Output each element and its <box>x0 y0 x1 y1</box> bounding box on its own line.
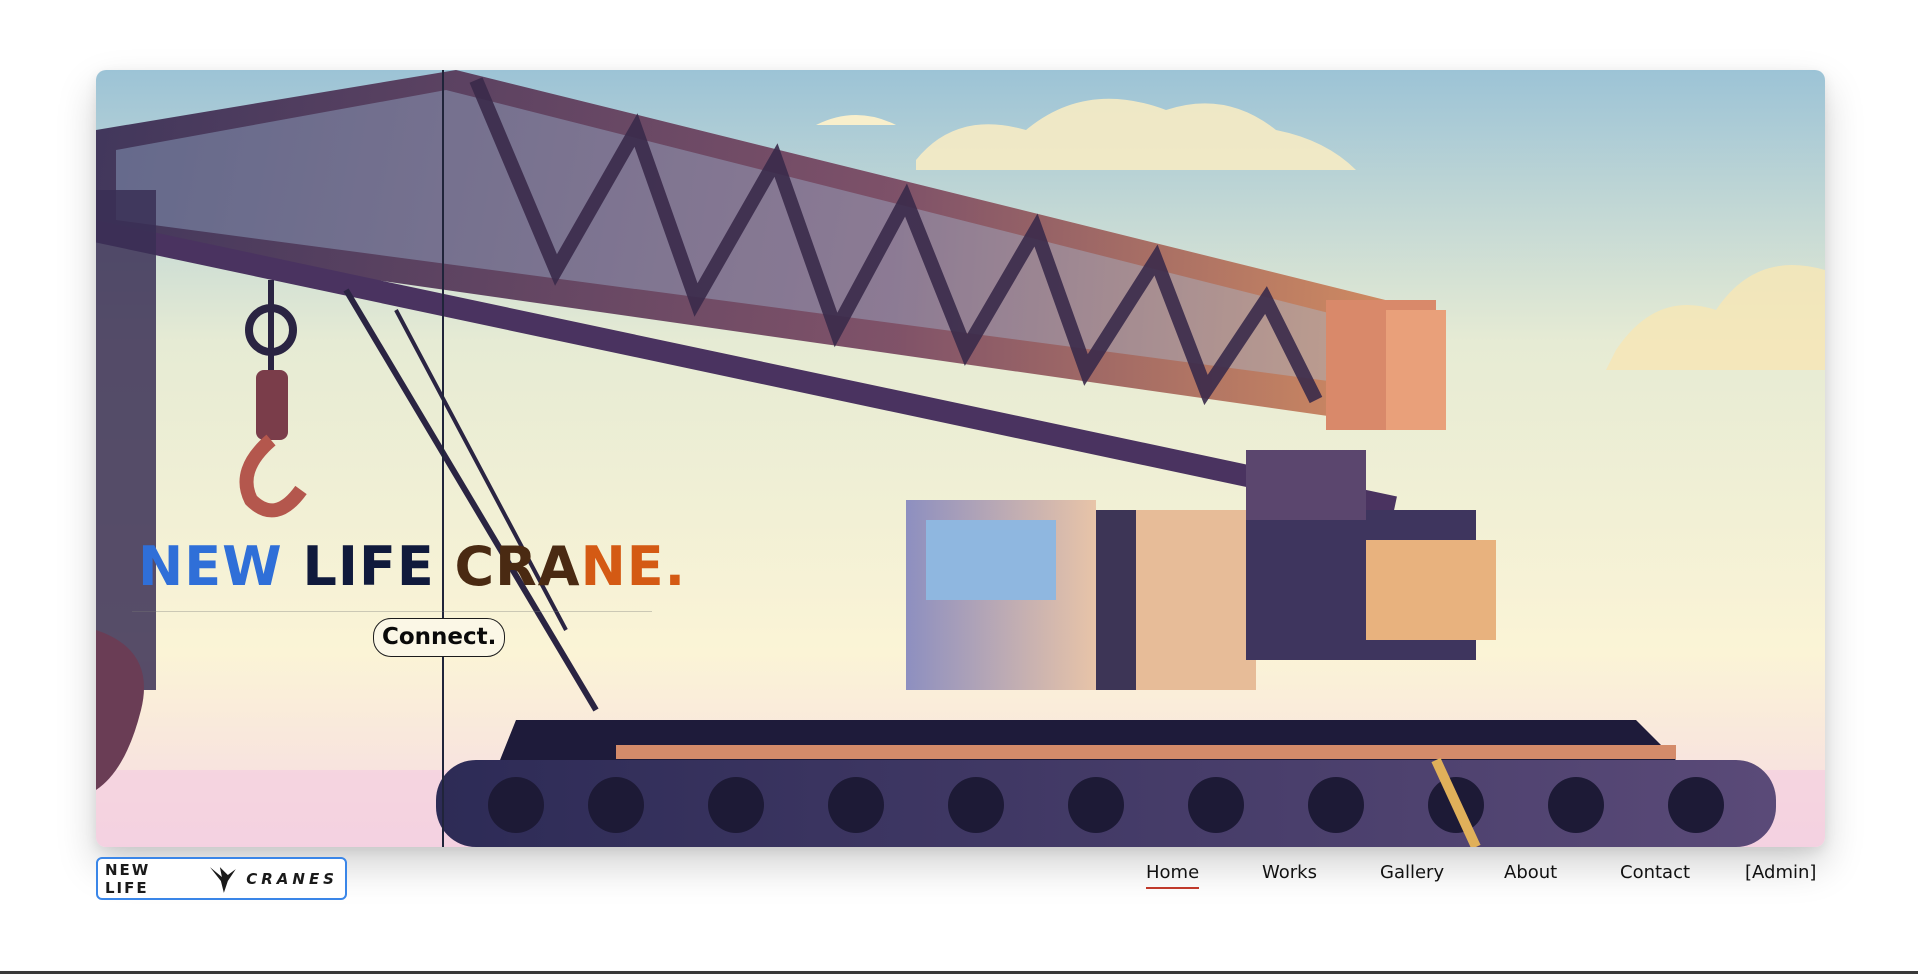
title-underline <box>132 611 652 612</box>
hero-title-part: LIFE <box>282 535 455 598</box>
hero-section: NEW LIFE CRANE. Connect. <box>96 70 1825 847</box>
nav-item-about[interactable]: About <box>1504 862 1557 883</box>
page: NEW LIFE CRANE. Connect. NEW LIFE CRANES… <box>0 0 1918 974</box>
connect-button[interactable]: Connect. <box>373 618 506 658</box>
nav-item-admin[interactable]: [Admin] <box>1745 862 1816 883</box>
nav-item-gallery[interactable]: Gallery <box>1380 862 1444 883</box>
nav-item-home[interactable]: Home <box>1146 862 1200 889</box>
nav-item-works[interactable]: Works <box>1262 862 1317 883</box>
hero-title-part: CRA <box>454 535 581 598</box>
hero-title-part: NEW <box>138 535 283 598</box>
vertical-divider-line <box>442 70 444 847</box>
main-nav: Home Works Gallery About Contact [Admin] <box>0 862 1918 892</box>
hero-title-part: NE. <box>580 535 687 598</box>
crane-illustration <box>96 70 1825 847</box>
hero-title: NEW LIFE CRANE. <box>138 540 686 594</box>
nav-item-contact[interactable]: Contact <box>1620 862 1690 883</box>
